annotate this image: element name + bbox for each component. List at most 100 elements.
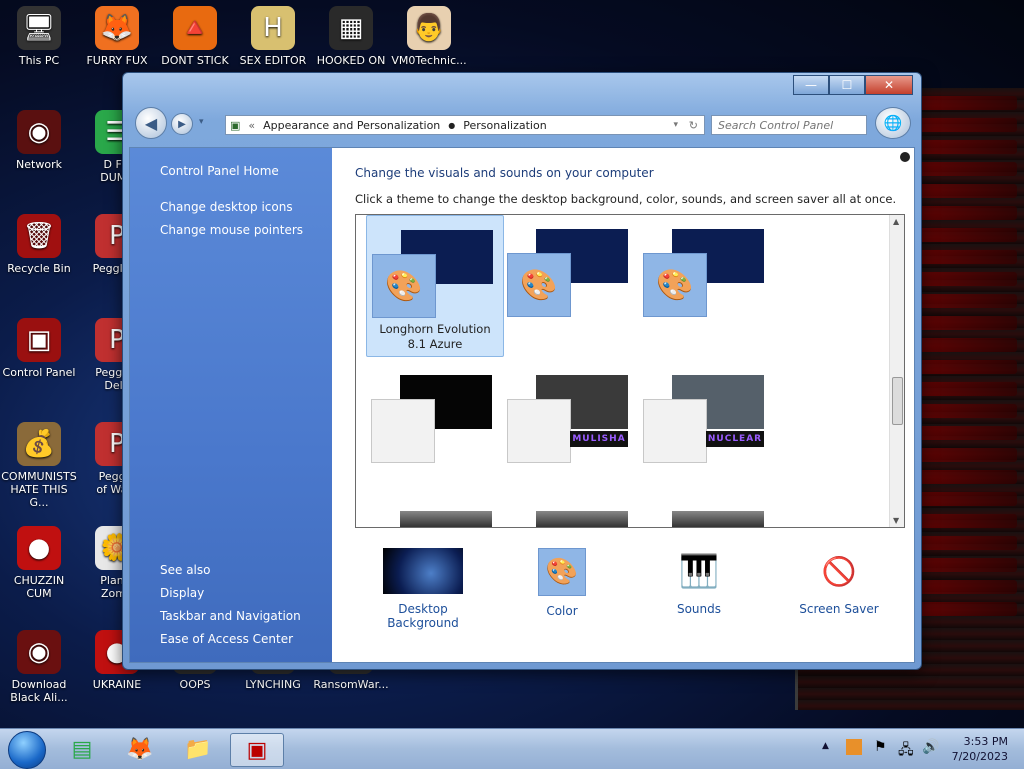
theme-tile[interactable]: MULISHA	[502, 361, 638, 501]
main-panel: Change the visuals and sounds on your co…	[332, 148, 914, 662]
theme-partial-3[interactable]	[672, 511, 764, 527]
desktop-icon[interactable]: ● CHUZZIN CUM	[0, 526, 78, 600]
music-keyboard-icon: 🎹	[679, 552, 719, 590]
tray-app-icon[interactable]	[846, 739, 862, 755]
desktop-app-icon: 💰	[17, 422, 61, 466]
see-also-taskbar[interactable]: Taskbar and Navigation	[160, 609, 301, 623]
breadcrumb-appearance[interactable]: Appearance and Personalization	[263, 119, 440, 132]
theme-badge: MULISHA	[570, 431, 628, 447]
scroll-up-icon[interactable]: ▲	[893, 217, 899, 226]
taskbar-control-panel[interactable]: ▣	[230, 733, 284, 767]
sidebar: Control Panel Home Change desktop icons …	[130, 148, 332, 662]
screen-saver-button[interactable]: 🚫 Screen Saver	[794, 548, 884, 617]
network-icon[interactable]: 🖧	[898, 739, 914, 763]
green-app-icon: ▤	[71, 736, 93, 762]
scrollbar-thumb[interactable]	[892, 377, 903, 425]
screen-saver-label: Screen Saver	[799, 602, 879, 616]
desktop-icon-label: COMMUNISTS HATE THIS G...	[1, 470, 77, 509]
desktop-icon[interactable]: H SEX EDITOR	[234, 6, 312, 67]
desktop-icon-label: RansomWar...	[313, 678, 389, 691]
theme-list[interactable]: 🎨 Longhorn Evolution 8.1 Azure 🎨 🎨 MULISHA NU…	[355, 214, 905, 528]
page-title: Change the visuals and sounds on your co…	[355, 166, 654, 180]
breadcrumb-separator-icon: ●	[448, 120, 456, 130]
address-dropdown-icon[interactable]: ▾	[673, 120, 678, 130]
scroll-down-icon[interactable]: ▼	[893, 516, 899, 525]
address-bar[interactable]: ▣ « Appearance and Personalization ● Per…	[225, 115, 705, 135]
desktop-icon[interactable]: ◉ Download Black Ali...	[0, 630, 78, 704]
minimize-button[interactable]: —	[793, 75, 829, 95]
color-button[interactable]: 🎨 Color	[522, 548, 602, 618]
sounds-button[interactable]: 🎹 Sounds	[654, 548, 744, 616]
help-icon[interactable]	[900, 152, 910, 162]
sidebar-link-desktop-icons[interactable]: Change desktop icons	[160, 200, 293, 214]
theme-tile[interactable]	[366, 361, 502, 501]
sidebar-home-link[interactable]: Control Panel Home	[160, 164, 279, 178]
theme-partial-2[interactable]	[536, 511, 628, 527]
desktop-icon[interactable]: 🔺 DONT STICK	[156, 6, 234, 67]
close-button[interactable]: ✕	[865, 75, 913, 95]
start-button[interactable]	[8, 731, 46, 769]
desktop-icon-label: This PC	[18, 54, 60, 67]
caption-buttons: — ☐ ✕	[793, 75, 913, 95]
see-also-display[interactable]: Display	[160, 586, 204, 600]
taskbar-firefox[interactable]: 🦊	[122, 733, 158, 765]
desktop-icon-label: CHUZZIN CUM	[13, 574, 65, 600]
volume-icon[interactable]: 🔊	[922, 739, 939, 755]
theme-partial-1[interactable]	[400, 511, 492, 527]
desktop-app-icon: H	[251, 6, 295, 50]
forward-button[interactable]: ▶	[171, 113, 193, 135]
back-arrow-icon: ◀	[144, 113, 158, 133]
desktop-app-icon: ●	[17, 526, 61, 570]
sidebar-link-mouse-pointers[interactable]: Change mouse pointers	[160, 223, 303, 237]
taskbar-clock[interactable]: 3:53 PM 7/20/2023	[952, 734, 1008, 764]
desktop-icon-label: VM0Technic...	[391, 54, 467, 67]
window-content: Control Panel Home Change desktop icons …	[129, 147, 915, 663]
desktop-icon[interactable]: ▦ HOOKED ON	[312, 6, 390, 67]
desktop-icon[interactable]: ◉ Network	[0, 110, 78, 171]
theme-name: Longhorn Evolution 8.1 Azure	[379, 322, 491, 351]
search-box[interactable]	[711, 115, 867, 135]
desktop-icon[interactable]: 👨 VM0Technic...	[390, 6, 468, 67]
refresh-icon[interactable]: ↻	[689, 119, 698, 132]
breadcrumb-personalization[interactable]: Personalization	[463, 119, 546, 132]
theme-tile[interactable]: 🎨	[638, 215, 774, 355]
theme-badge: NUCLEAR	[706, 431, 764, 447]
desktop-icon-label: Download Black Ali...	[10, 678, 68, 704]
color-label: Color	[546, 604, 578, 618]
taskbar-explorer[interactable]: 📁	[180, 733, 216, 765]
see-also-heading: See also	[160, 563, 211, 577]
desktop-app-icon: ▦	[329, 6, 373, 50]
desktop-icon[interactable]: 💰 COMMUNISTS HATE THIS G...	[0, 422, 78, 509]
action-center-flag-icon[interactable]: ⚑	[874, 739, 887, 755]
show-hidden-icons[interactable]: ▲	[822, 741, 829, 751]
recent-pages-dropdown[interactable]: ▾	[199, 117, 204, 127]
theme-color-swatch-icon: 🎨	[507, 253, 571, 317]
folder-icon: 📁	[184, 736, 212, 762]
theme-color-swatch-icon	[507, 399, 571, 463]
taskbar-app-green[interactable]: ▤	[64, 733, 100, 765]
desktop-app-icon: ▣	[17, 318, 61, 362]
maximize-button[interactable]: ☐	[829, 75, 865, 95]
theme-tile[interactable]: 🎨	[502, 215, 638, 355]
search-input[interactable]	[716, 117, 866, 133]
see-also-ease-of-access[interactable]: Ease of Access Center	[160, 632, 293, 646]
desktop-app-icon: ◉	[17, 630, 61, 674]
forward-arrow-icon: ▶	[178, 118, 186, 130]
breadcrumb-prefix[interactable]: «	[248, 119, 255, 132]
globe-icon: 🌐	[883, 114, 903, 132]
desktop-icon-label: LYNCHING	[245, 678, 301, 691]
help-button[interactable]: 🌐	[875, 107, 911, 139]
desktop-background-button[interactable]: Desktop Background	[368, 548, 478, 630]
desktop-icon[interactable]: ▣ Control Panel	[0, 318, 78, 379]
desktop-icon-label: HOOKED ON	[316, 54, 386, 67]
theme-tile[interactable]: NUCLEAR	[638, 361, 774, 501]
sounds-label: Sounds	[676, 602, 722, 616]
theme-list-scrollbar[interactable]: ▲ ▼	[889, 215, 904, 527]
back-button[interactable]: ◀	[135, 107, 167, 139]
desktop-icon[interactable]: 🦊 FURRY FUX	[78, 6, 156, 67]
theme-tile[interactable]: 🎨 Longhorn Evolution 8.1 Azure	[366, 215, 504, 357]
control-panel-taskbar-icon: ▣	[246, 737, 268, 763]
desktop-icon[interactable]: 🖥 This PC	[0, 6, 78, 67]
navigation-bar: ◀ ▶ ▾ ▣ « Appearance and Personalization…	[133, 107, 911, 139]
desktop-icon[interactable]: 🗑 Recycle Bin	[0, 214, 78, 275]
